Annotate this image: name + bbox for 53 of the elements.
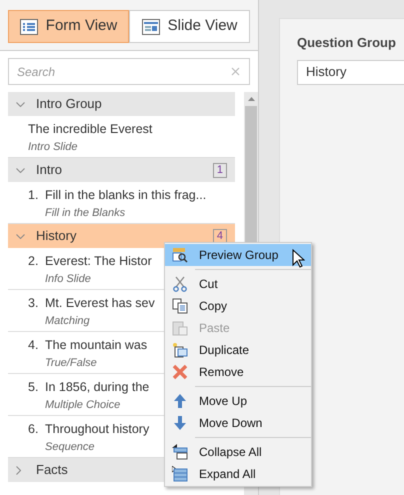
arrow-up-icon bbox=[172, 393, 188, 409]
item-type: True/False bbox=[45, 356, 98, 371]
field-label: Question Group bbox=[297, 34, 397, 52]
clipboard-icon bbox=[172, 320, 188, 336]
copy-icon bbox=[172, 298, 188, 314]
item-title: In 1856, during the bbox=[45, 379, 150, 396]
search-field[interactable]: Search bbox=[8, 58, 250, 85]
item-title: Mt. Everest has sev bbox=[45, 295, 155, 312]
group-header[interactable]: Intro 1 bbox=[8, 158, 235, 182]
item-number: 5. bbox=[28, 379, 40, 396]
cross-icon bbox=[172, 364, 188, 380]
view-tab[interactable]: Form View bbox=[8, 10, 129, 43]
chevron-down-icon[interactable] bbox=[16, 102, 25, 106]
item-number: 4. bbox=[28, 337, 40, 354]
group-name: Intro bbox=[36, 161, 62, 180]
item-title: Throughout history bbox=[45, 421, 150, 438]
chevron-down-icon[interactable] bbox=[16, 168, 25, 172]
item-type: Info Slide bbox=[45, 272, 92, 287]
item-number: 6. bbox=[28, 421, 40, 438]
count-badge: 1 bbox=[212, 162, 227, 178]
duplicate-icon bbox=[172, 342, 188, 358]
group-header[interactable]: History 4 bbox=[8, 224, 235, 248]
slide-icon bbox=[142, 18, 160, 34]
item-type: Matching bbox=[45, 314, 91, 329]
scissors-icon bbox=[172, 276, 188, 292]
collapse-icon bbox=[172, 444, 188, 460]
chevron-right-icon[interactable] bbox=[16, 466, 21, 474]
magnifier-icon bbox=[172, 247, 188, 263]
chevron-down-icon[interactable] bbox=[16, 234, 25, 238]
question-group-field[interactable]: History bbox=[297, 60, 404, 84]
item-type: Multiple Choice bbox=[45, 398, 122, 413]
group-header[interactable]: Intro Group bbox=[8, 92, 235, 116]
scroll-up-icon[interactable] bbox=[248, 97, 254, 101]
item-title: The mountain was bbox=[45, 337, 148, 354]
group-name: Facts bbox=[36, 461, 68, 480]
expand-icon bbox=[172, 466, 188, 482]
clear-icon[interactable] bbox=[231, 67, 240, 76]
item-type: Sequence bbox=[45, 440, 96, 455]
arrow-down-icon bbox=[172, 415, 188, 431]
item-type: Fill in the Blanks bbox=[45, 206, 126, 221]
menu-item[interactable]: Preview Group bbox=[165, 244, 311, 266]
mouse-pointer-icon bbox=[292, 249, 305, 268]
item-type: Intro Slide bbox=[28, 140, 79, 155]
item-title: Everest: The Histor bbox=[45, 253, 152, 270]
item-number: 1. bbox=[28, 187, 40, 204]
item-title: Fill in the blanks in this frag... bbox=[45, 187, 206, 204]
item-title: The incredible Everest bbox=[28, 121, 152, 138]
group-name: History bbox=[36, 227, 76, 246]
list-icon bbox=[20, 18, 38, 34]
item-number: 2. bbox=[28, 253, 40, 270]
item-number: 3. bbox=[28, 295, 40, 312]
view-tab[interactable]: Slide View bbox=[129, 10, 250, 43]
group-name: Intro Group bbox=[36, 95, 102, 114]
